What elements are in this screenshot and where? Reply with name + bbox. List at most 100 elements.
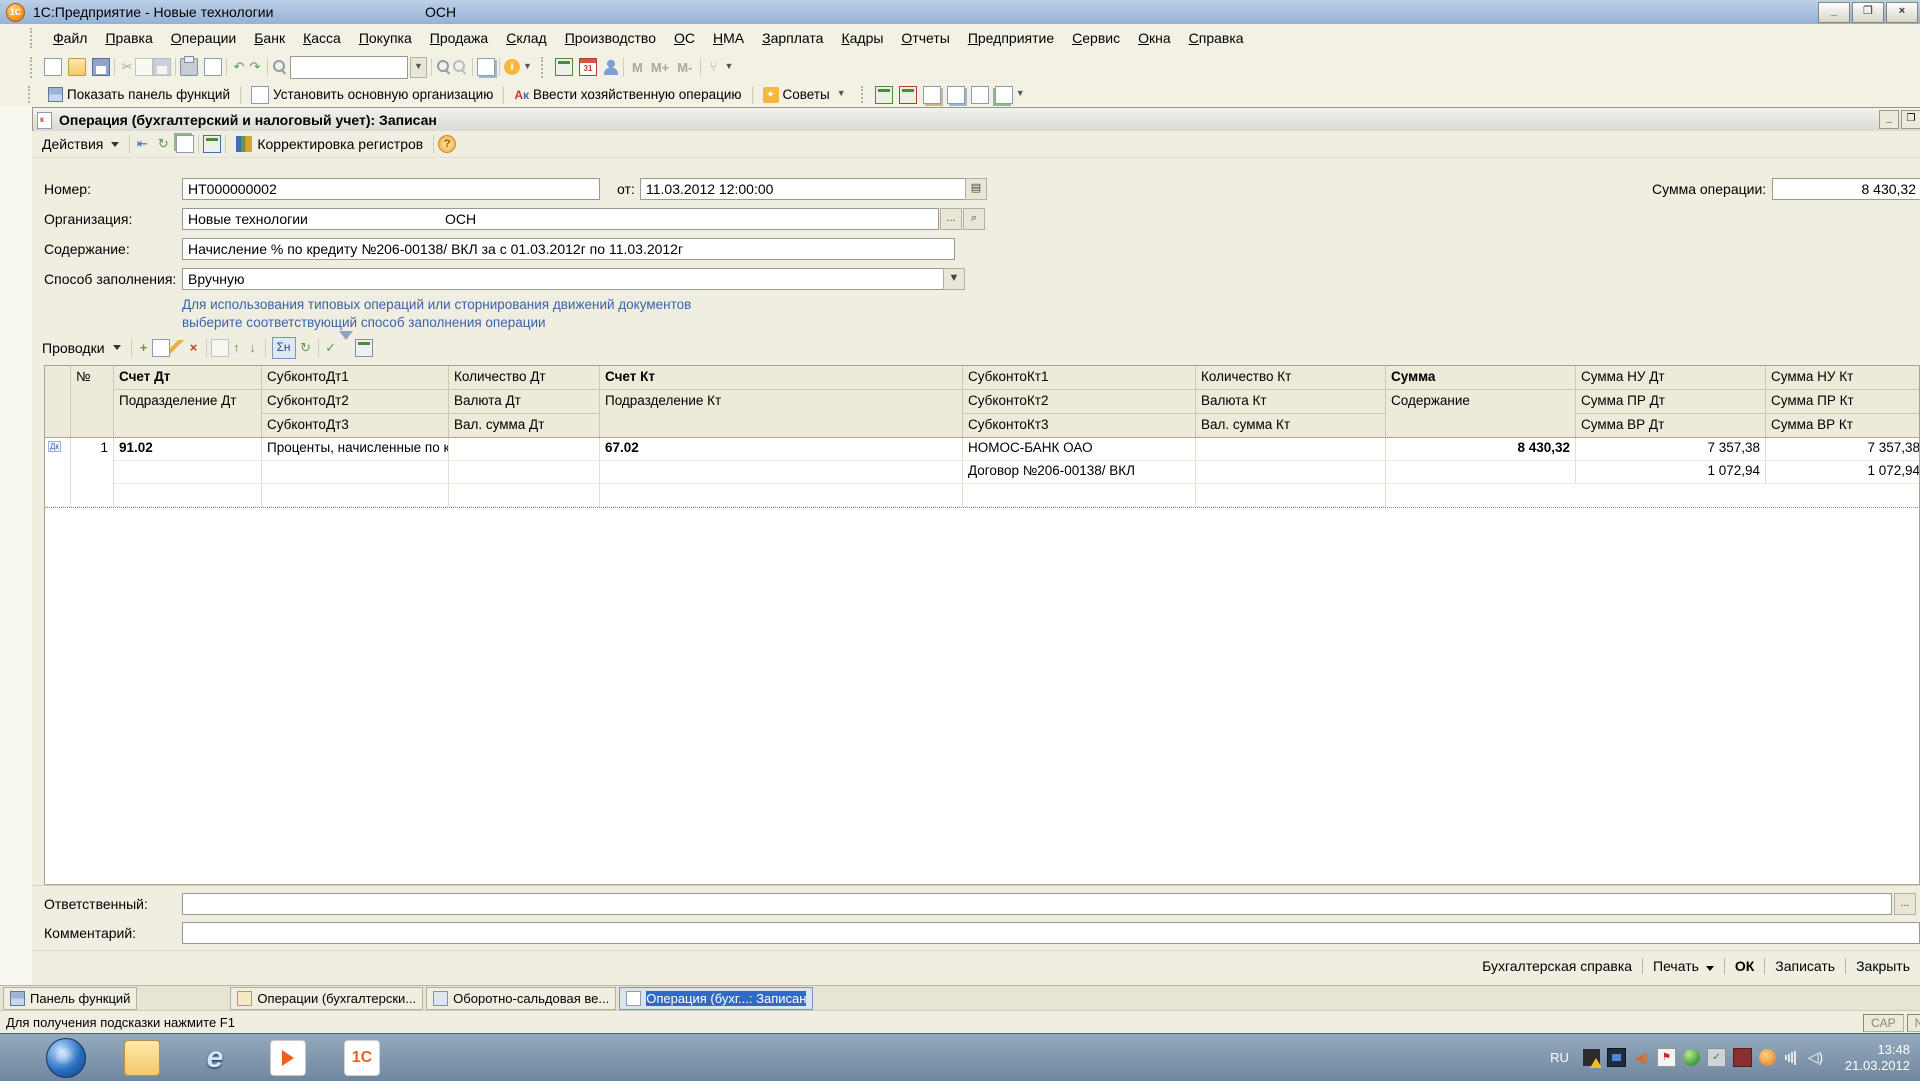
open-icon[interactable]: [68, 58, 86, 76]
register-list-icon[interactable]: [971, 86, 989, 104]
menu-sale[interactable]: Продажа: [421, 27, 497, 49]
keyboard-layout-indicator[interactable]: RU: [1550, 1050, 1569, 1065]
info-dropdown-icon[interactable]: ▼: [520, 58, 535, 77]
internet-explorer-icon[interactable]: e: [198, 1041, 232, 1075]
print-icon[interactable]: [180, 58, 198, 76]
col-subkonto-dt3[interactable]: СубконтоДт3: [262, 414, 449, 438]
clock[interactable]: 13:48 21.03.2012: [1845, 1042, 1910, 1074]
undo-icon[interactable]: ↶: [231, 59, 247, 75]
operation-sum-field[interactable]: 8 430,32: [1772, 178, 1920, 200]
cell-subkonto-kt3[interactable]: [449, 484, 600, 507]
col-val-summa-kt[interactable]: Вал. сумма Кт: [1196, 414, 1386, 438]
provodki-table[interactable]: № Счет Дт СубконтоДт1 Количество Дт Счет…: [44, 365, 1920, 885]
turnover-report-icon[interactable]: [923, 86, 941, 104]
cell-valyuta-dt[interactable]: [449, 461, 600, 484]
fill-method-dropdown-icon[interactable]: ▼: [943, 268, 965, 290]
document-movements-list-icon[interactable]: [203, 135, 221, 153]
col-subkonto-dt2[interactable]: СубконтоДт2: [262, 390, 449, 414]
col-num[interactable]: №: [71, 366, 114, 438]
add-row-icon[interactable]: +: [136, 340, 152, 356]
provodki-menu-button[interactable]: Проводки: [36, 338, 127, 358]
find-prev-icon[interactable]: [453, 60, 465, 72]
organization-field[interactable]: Новые технологии ОСН: [182, 208, 939, 230]
doc-minimize-button[interactable]: _: [1879, 110, 1899, 129]
menu-cash[interactable]: Касса: [294, 27, 350, 49]
volume-tray-icon[interactable]: ◁): [1807, 1049, 1824, 1066]
menu-hr[interactable]: Кадры: [832, 27, 892, 49]
cell-summa-vr-dt[interactable]: [963, 484, 1196, 507]
calendar-picker-icon[interactable]: ▤: [965, 178, 987, 200]
move-up-icon[interactable]: ↑: [229, 340, 245, 356]
account-analysis-icon[interactable]: [947, 86, 965, 104]
post-document-icon[interactable]: ⇤: [134, 136, 150, 152]
responsible-field[interactable]: [182, 893, 1892, 915]
memory-minus-button[interactable]: M-: [673, 60, 696, 75]
content-field[interactable]: Начисление % по кредиту №206-00138/ ВКЛ …: [182, 238, 955, 260]
display-tray-icon[interactable]: [1607, 1048, 1626, 1067]
menu-edit[interactable]: Правка: [96, 27, 161, 49]
journal-entries-icon[interactable]: [875, 86, 893, 104]
menu-purchase[interactable]: Покупка: [350, 27, 421, 49]
calculator-icon[interactable]: [555, 58, 573, 76]
usb-tray-icon[interactable]: ✓: [1707, 1048, 1726, 1067]
close-button[interactable]: ×: [1886, 2, 1918, 23]
organization-more-button[interactable]: ...: [940, 208, 962, 230]
col-subkonto-kt1[interactable]: СубконтоКт1: [963, 366, 1196, 390]
filter-icon[interactable]: [339, 331, 353, 356]
network-error-tray-icon[interactable]: ⚑: [1657, 1048, 1676, 1067]
organization-search-icon[interactable]: ⌕: [963, 208, 985, 230]
menu-nma[interactable]: НМА: [704, 27, 753, 49]
cell-val-summa-kt[interactable]: [600, 484, 963, 507]
services-icon[interactable]: ⑂: [705, 59, 721, 75]
list-settings-icon[interactable]: [355, 339, 373, 357]
refresh-icon[interactable]: ↻: [298, 340, 314, 356]
col-summa[interactable]: Сумма: [1386, 366, 1576, 390]
cell-subkonto-kt2[interactable]: Договор №206-00138/ ВКЛ: [963, 461, 1196, 484]
cell-soderzhanie[interactable]: [1386, 461, 1576, 484]
delete-row-icon[interactable]: ×: [186, 340, 202, 356]
services-dropdown-icon[interactable]: ▼: [721, 58, 736, 77]
actions-menu-button[interactable]: Действия: [36, 134, 125, 154]
help-icon[interactable]: ?: [438, 135, 456, 153]
copy-icon[interactable]: [135, 58, 153, 76]
start-button[interactable]: [46, 1038, 86, 1078]
print-preview-icon[interactable]: [204, 58, 222, 76]
add-copy-icon[interactable]: [176, 135, 194, 153]
user-search-icon[interactable]: [603, 59, 619, 75]
col-schet-dt[interactable]: Счет Дт: [114, 366, 262, 390]
toolbar-drag-handle[interactable]: [30, 28, 36, 48]
cell-summa-nu-kt[interactable]: 7 357,38: [1766, 438, 1920, 461]
find-next-icon[interactable]: [437, 60, 449, 72]
cell-num[interactable]: 1: [71, 438, 114, 507]
menu-service[interactable]: Сервис: [1063, 27, 1129, 49]
ok-button[interactable]: ОК: [1725, 955, 1764, 977]
number-field[interactable]: НТ000000002: [182, 178, 600, 200]
col-podrazdelenie-kt[interactable]: Подразделение Кт: [600, 390, 963, 438]
table-row[interactable]: 1 91.02 Проценты, начисленные по кред...…: [45, 438, 1919, 507]
move-down-icon[interactable]: ↓: [245, 340, 261, 356]
minimize-button[interactable]: _: [1818, 2, 1850, 23]
alert-tray-icon[interactable]: [1583, 1049, 1600, 1066]
cell-summa-nu-dt[interactable]: 7 357,38: [1576, 438, 1766, 461]
menu-os[interactable]: ОС: [665, 27, 704, 49]
menu-file[interactable]: Файл: [44, 27, 96, 49]
device-tray-icon[interactable]: [1733, 1048, 1752, 1067]
menu-bank[interactable]: Банк: [245, 27, 294, 49]
explorer-icon[interactable]: [124, 1040, 160, 1076]
register-correction-button[interactable]: Корректировка регистров: [230, 134, 429, 154]
cell-schet-dt[interactable]: 91.02: [114, 438, 262, 461]
cell-val-summa-dt[interactable]: [262, 484, 449, 507]
col-subkonto-kt3[interactable]: СубконтоКт3: [963, 414, 1196, 438]
cell-summa-pr-kt[interactable]: 1 072,94: [1766, 461, 1920, 484]
calendar-icon[interactable]: 31: [579, 58, 597, 76]
tax-journal-icon[interactable]: [899, 86, 917, 104]
menu-help[interactable]: Справка: [1180, 27, 1253, 49]
date-field[interactable]: 11.03.2012 12:00:00: [640, 178, 966, 200]
responsible-more-button[interactable]: ...: [1894, 893, 1916, 915]
tips-button[interactable]: ✦ Советы ▼: [758, 83, 854, 106]
cell-kolichestvo-dt[interactable]: [449, 438, 600, 461]
restore-button[interactable]: ❐: [1852, 2, 1884, 23]
menu-operations[interactable]: Операции: [162, 27, 246, 49]
cell-podrazdelenie-dt[interactable]: [114, 461, 262, 484]
set-flag-icon[interactable]: ✓: [323, 340, 339, 356]
